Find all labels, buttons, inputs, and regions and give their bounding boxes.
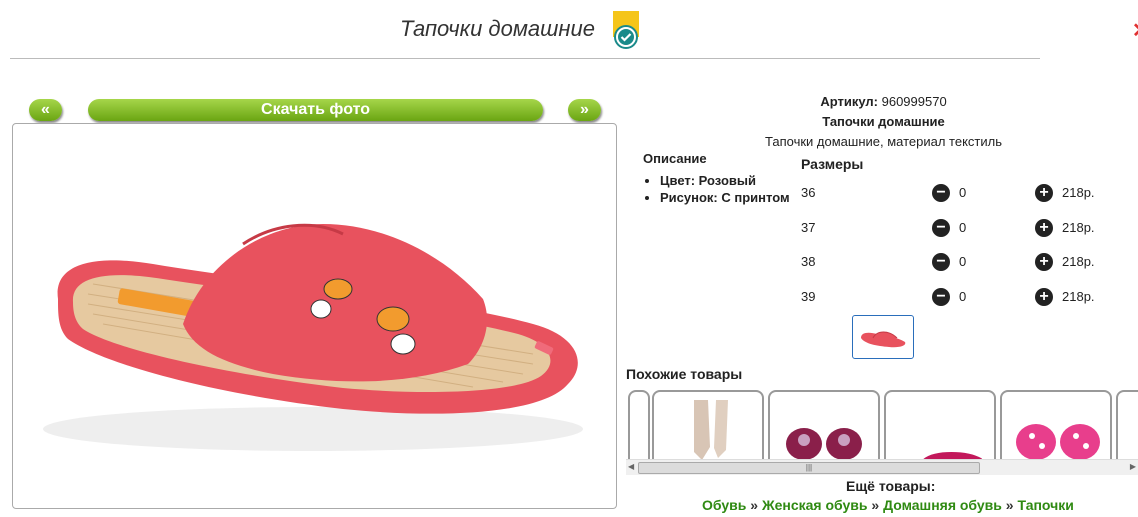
similar-item[interactable]	[1000, 390, 1112, 460]
price-value: 218р.	[1062, 185, 1095, 200]
slipper-image	[43, 223, 583, 451]
minus-icon[interactable]: −	[932, 288, 950, 306]
description-item: Цвет: Розовый	[660, 172, 790, 189]
minus-icon[interactable]: −	[932, 184, 950, 202]
scroll-left-icon[interactable]: ◀	[628, 462, 634, 471]
header-divider	[10, 58, 1040, 59]
crumb-link[interactable]: Обувь	[702, 497, 746, 513]
product-info: Артикул: 960999570 Тапочки домашние Тапо…	[626, 92, 1138, 152]
crumb-separator: »	[750, 497, 759, 513]
download-photo-button[interactable]: Скачать фото	[88, 99, 543, 121]
size-row: 39 − 0 + 218р.	[801, 287, 1121, 307]
product-photo[interactable]	[12, 123, 617, 509]
crumb-link[interactable]: Женская обувь	[762, 497, 868, 513]
more-heading: Ещё товары:	[846, 478, 936, 494]
product-thumbnail[interactable]	[852, 315, 914, 359]
similar-item[interactable]	[628, 390, 650, 460]
size-row: 37 − 0 + 218р.	[801, 218, 1121, 238]
size-value: 37	[801, 220, 816, 235]
crumb-separator: »	[1005, 497, 1014, 513]
price-value: 218р.	[1062, 254, 1095, 269]
similar-heading: Похожие товары	[626, 366, 743, 382]
similar-carousel	[626, 388, 1138, 460]
article-label: Артикул:	[820, 94, 878, 109]
description-heading: Описание	[643, 151, 707, 166]
crumb-link[interactable]: Домашняя обувь	[883, 497, 1002, 513]
carousel-scrollbar[interactable]: ◀ ||| ▶	[626, 459, 1138, 475]
breadcrumb: Обувь » Женская обувь » Домашняя обувь »…	[702, 497, 1074, 513]
plus-icon[interactable]: +	[1035, 184, 1053, 202]
corner-mark-icon: ✕	[1132, 18, 1138, 40]
size-value: 36	[801, 185, 816, 200]
plus-icon[interactable]: +	[1035, 253, 1053, 271]
scrollbar-thumb[interactable]: |||	[638, 462, 980, 474]
plus-icon[interactable]: +	[1035, 219, 1053, 237]
similar-item[interactable]	[652, 390, 764, 460]
price-value: 218р.	[1062, 220, 1095, 235]
quantity-value: 0	[959, 254, 967, 269]
page-title: Тапочки домашние	[400, 16, 595, 41]
crumb-separator: »	[871, 497, 880, 513]
quantity-value: 0	[959, 220, 967, 235]
product-name: Тапочки домашние	[822, 114, 945, 129]
minus-icon[interactable]: −	[932, 253, 950, 271]
article-value: 960999570	[881, 94, 947, 109]
verified-badge-icon	[613, 11, 639, 49]
size-value: 38	[801, 254, 816, 269]
price-value: 218р.	[1062, 289, 1095, 304]
product-subtitle: Тапочки домашние, материал текстиль	[765, 134, 1002, 149]
similar-item[interactable]	[1116, 390, 1138, 460]
quantity-value: 0	[959, 185, 967, 200]
size-row: 38 − 0 + 218р.	[801, 252, 1121, 272]
next-photo-button[interactable]: »	[568, 99, 601, 121]
prev-photo-button[interactable]: «	[29, 99, 62, 121]
quantity-value: 0	[959, 289, 967, 304]
description-list: Цвет: Розовый Рисунок: С принтом	[660, 172, 790, 206]
size-value: 39	[801, 289, 816, 304]
scroll-right-icon[interactable]: ▶	[1130, 462, 1136, 471]
size-row: 36 − 0 + 218р.	[801, 183, 1121, 203]
crumb-link[interactable]: Тапочки	[1017, 497, 1073, 513]
sizes-heading: Размеры	[801, 156, 864, 172]
description-item: Рисунок: С принтом	[660, 189, 790, 206]
plus-icon[interactable]: +	[1035, 288, 1053, 306]
minus-icon[interactable]: −	[932, 219, 950, 237]
similar-item[interactable]	[768, 390, 880, 460]
similar-item[interactable]	[884, 390, 996, 460]
